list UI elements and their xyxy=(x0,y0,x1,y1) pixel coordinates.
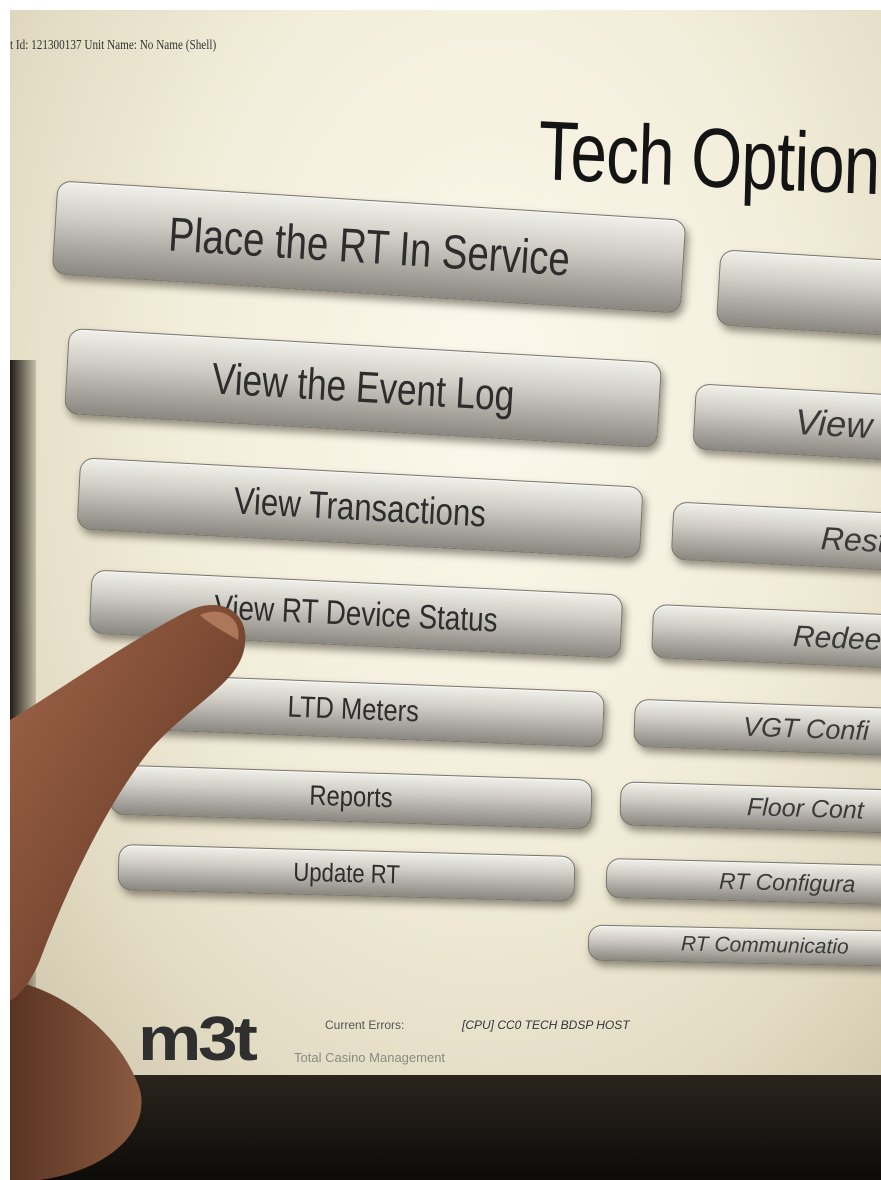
right-button-vgt-config[interactable]: VGT Confi xyxy=(633,698,881,758)
screen-bezel-left xyxy=(10,360,36,1080)
button-label: Update RT xyxy=(292,856,401,889)
view-rt-device-status-button[interactable]: View RT Device Status xyxy=(88,569,624,659)
right-button-floor-control[interactable]: Floor Cont xyxy=(619,781,881,835)
button-label: Redee xyxy=(792,620,881,657)
kiosk-screen: t Id: 121300137 Unit Name: No Name (Shel… xyxy=(10,10,881,1085)
right-button-view[interactable]: View xyxy=(692,383,881,463)
right-button-rt-communications[interactable]: RT Communicatio xyxy=(587,924,881,968)
button-label: LTD Meters xyxy=(286,690,420,729)
button-label: View the Event Log xyxy=(210,354,516,421)
button-label: Place the RT In Service xyxy=(166,207,572,287)
ltd-meters-button[interactable]: LTD Meters xyxy=(101,672,605,748)
current-errors-value: [CPU] CC0 TECH BDSP HOST xyxy=(462,1018,630,1032)
button-label: View Transactions xyxy=(232,479,488,536)
page-title: Tech Option xyxy=(537,102,881,213)
button-label: Reports xyxy=(308,779,394,814)
view-event-log-button[interactable]: View the Event Log xyxy=(64,327,662,449)
button-label: View RT Device Status xyxy=(213,587,499,640)
button-label: Rest xyxy=(820,519,881,559)
button-label: VGT Confi xyxy=(742,711,870,746)
button-label: Floor Cont xyxy=(746,792,865,825)
tagline: Total Casino Management xyxy=(294,1050,446,1065)
m3t-logo: m3t xyxy=(138,1005,258,1074)
right-button-1[interactable] xyxy=(715,249,881,339)
current-errors-label: Current Errors: xyxy=(325,1018,405,1032)
right-button-redee[interactable]: Redee xyxy=(650,603,881,671)
right-button-rest[interactable]: Rest xyxy=(670,501,881,573)
screen-bezel-bottom xyxy=(10,1075,881,1180)
unit-info: t Id: 121300137 Unit Name: No Name (Shel… xyxy=(10,38,217,53)
button-label: RT Configura xyxy=(718,867,856,897)
view-transactions-button[interactable]: View Transactions xyxy=(76,457,644,559)
update-rt-button[interactable]: Update RT xyxy=(117,844,576,902)
reports-button[interactable]: Reports xyxy=(109,764,593,830)
button-label: View xyxy=(793,400,874,447)
right-button-rt-configuration[interactable]: RT Configura xyxy=(605,857,881,907)
button-label: RT Communicatio xyxy=(680,932,849,959)
